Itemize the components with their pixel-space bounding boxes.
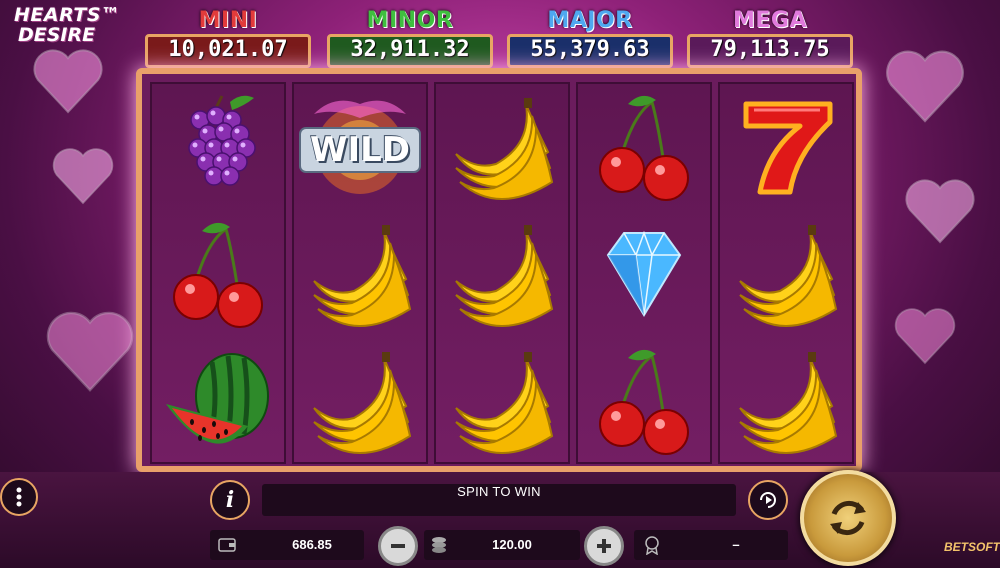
increase-bet-button[interactable] [584,526,624,566]
jackpot-minor-label: MINOR [366,8,454,33]
jackpot-minor-value: 32,911.32 [327,34,493,68]
banana-symbol-icon [720,338,852,464]
game-logo: HEARTS™ DESIRE [14,4,134,48]
balance-field: 686.85 [210,530,364,560]
banana-symbol-icon [294,338,426,464]
reel-2: WILD [292,82,428,464]
refresh-icon [830,500,866,536]
spin-button[interactable] [800,470,896,566]
jackpot-major-label: MAJOR [547,8,633,33]
reel-5 [718,82,854,464]
brand-logo: BETSOFT [944,540,1000,554]
reels-frame: WILD [136,68,862,472]
heart-decoration-icon [33,49,103,114]
win-value: – [732,537,740,552]
game-stage: HEARTS™ DESIRE MINI 10,021.07 MINOR 32,9… [0,0,1000,568]
heart-decoration-icon [905,179,975,244]
jackpot-minor: MINOR 32,911.32 [325,8,495,68]
more-vertical-icon[interactable] [0,478,38,516]
heart-decoration-icon [894,308,956,365]
minus-icon [391,544,405,548]
cherries-symbol-icon [578,84,710,210]
play-icon [760,492,776,508]
banana-symbol-icon [294,211,426,337]
balance-value: 686.85 [292,537,332,552]
reel-4 [576,82,712,464]
info-icon: i [225,487,235,513]
heart-decoration-icon [46,311,134,392]
reel-1 [150,82,286,464]
win-field: – [634,530,788,560]
banana-symbol-icon [436,84,568,210]
reel-3 [434,82,570,464]
wallet-icon [218,538,236,552]
seven-symbol-icon [720,84,852,210]
autoplay-button[interactable] [748,480,788,520]
jackpot-mega-value: 79,113.75 [687,34,853,68]
decrease-bet-button[interactable] [378,526,418,566]
banana-symbol-icon [720,211,852,337]
message-bar: SPIN TO WIN [262,484,736,516]
award-icon [645,536,659,555]
wild-label: WILD [309,130,411,170]
cherries-symbol-icon [152,211,284,337]
jackpot-mini-label: MINI [198,8,258,33]
watermelon-symbol-icon [152,338,284,464]
jackpot-mini: MINI 10,021.07 [143,8,313,68]
jackpot-major: MAJOR 55,379.63 [505,8,675,68]
jackpot-mega-label: MEGA [732,8,807,33]
coins-icon [432,537,446,553]
banana-symbol-icon [436,211,568,337]
plus-icon [597,539,611,553]
info-button[interactable]: i [210,480,250,520]
cherries-symbol-icon [578,338,710,464]
jackpot-mini-value: 10,021.07 [145,34,311,68]
diamond-symbol-icon [578,211,710,337]
logo-line-2: DESIRE [18,24,96,46]
bet-field: 120.00 [424,530,580,560]
jackpot-major-value: 55,379.63 [507,34,673,68]
grapes-symbol-icon [152,84,284,210]
bet-value: 120.00 [492,537,532,552]
heart-decoration-icon [52,148,114,205]
wild-symbol-icon: WILD [294,84,426,210]
heart-decoration-icon [886,50,964,123]
logo-line-1: HEARTS™ [14,4,121,26]
banana-symbol-icon [436,338,568,464]
jackpot-mega: MEGA 79,113.75 [685,8,855,68]
